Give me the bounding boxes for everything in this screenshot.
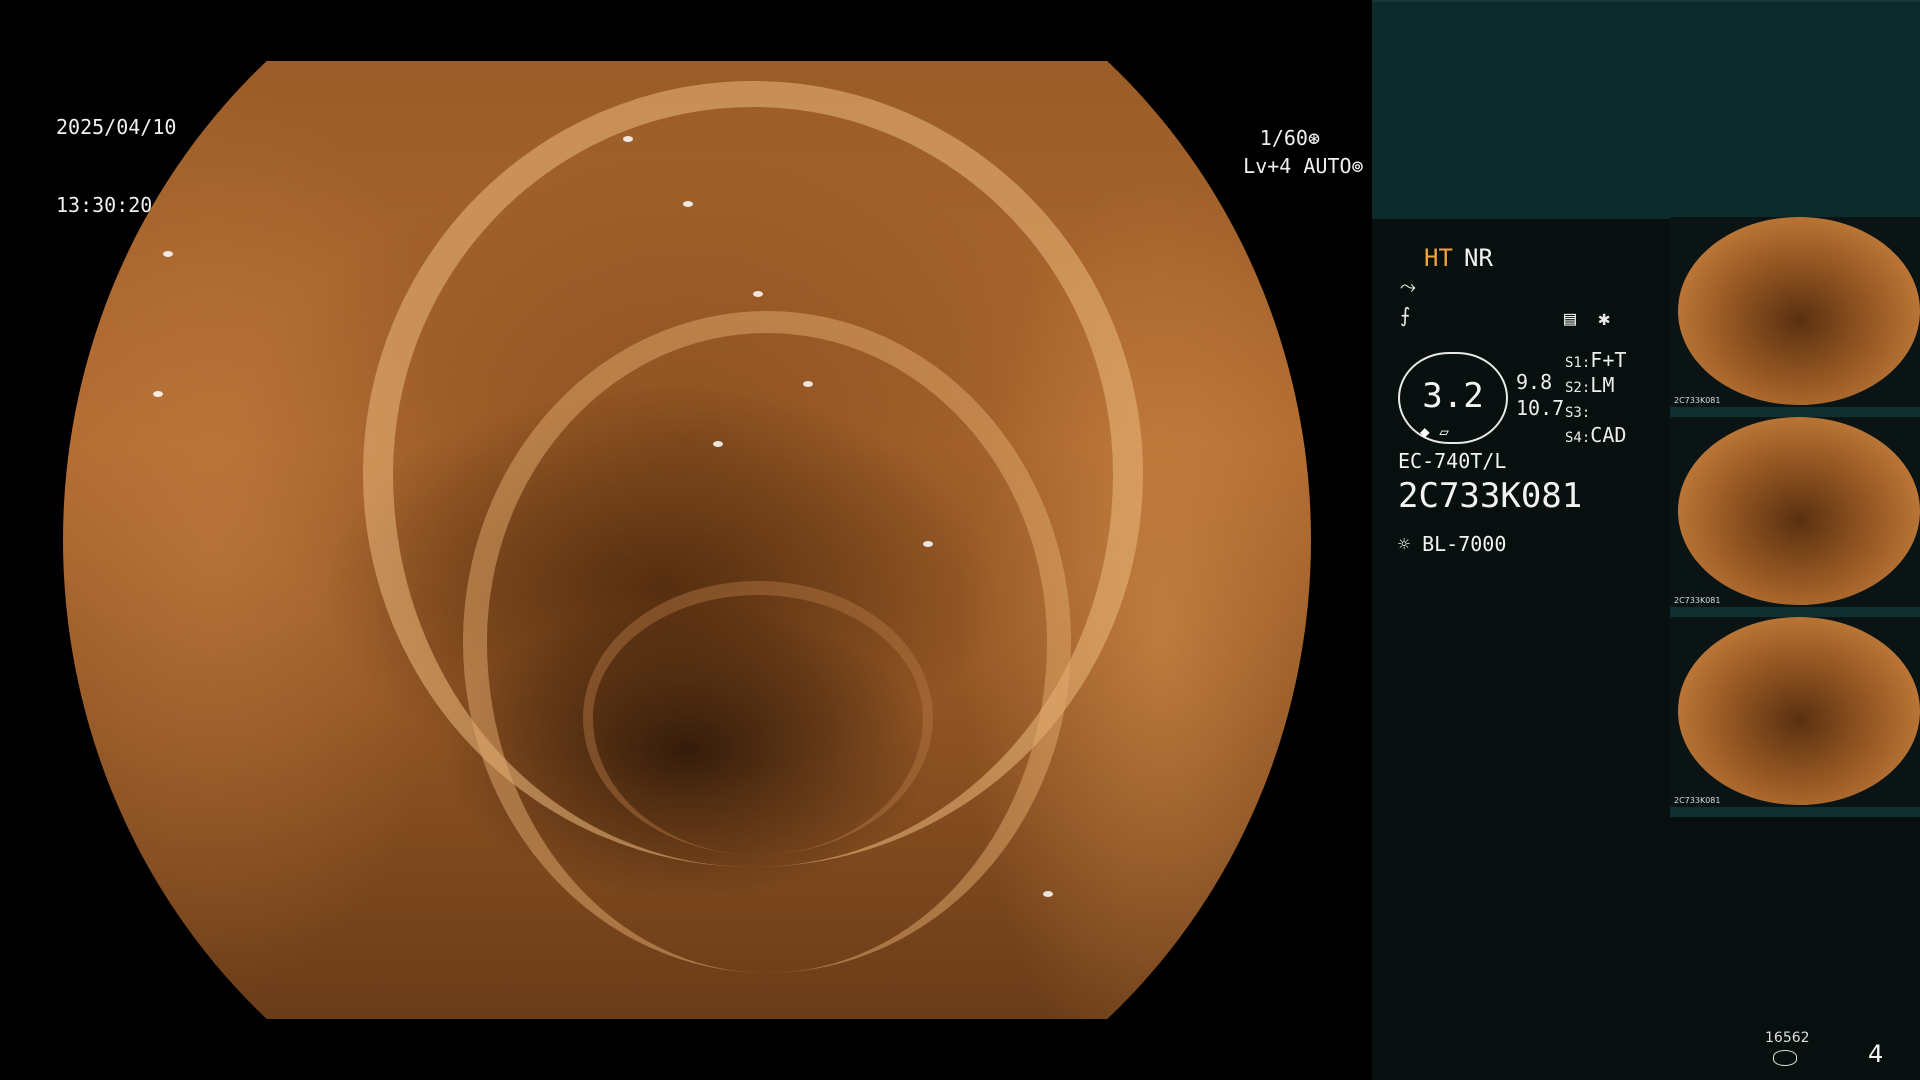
panel-header-area <box>1372 0 1920 219</box>
setting-s4: S4:CAD <box>1565 423 1626 447</box>
light-source-label: BL-7000 <box>1422 532 1507 556</box>
asterisk-icon: ✱ <box>1598 306 1611 330</box>
setting-value: LM <box>1590 373 1615 397</box>
thumbnail-bar <box>1670 407 1920 417</box>
level-text: Lv+4 AUTO <box>1243 154 1352 178</box>
capture-thumbnails: 2C733K081 2C733K081 2C733K081 <box>1670 217 1920 817</box>
setting-s3: S3: <box>1565 398 1590 422</box>
specular-highlight <box>623 136 633 142</box>
setting-s2: S2:LM <box>1565 373 1614 397</box>
light-source: ☼ BL-7000 <box>1398 532 1506 556</box>
specular-highlight <box>923 541 933 547</box>
thumbnail-caption: 2C733K081 <box>1674 596 1721 605</box>
zoom-value: 3.2 <box>1422 376 1484 416</box>
specular-highlight <box>683 201 693 207</box>
thumbnail-image <box>1678 617 1920 805</box>
thumbnail-image <box>1678 417 1920 605</box>
thumbnail-bar <box>1670 807 1920 817</box>
mucosal-fold <box>583 581 933 855</box>
setting-key: S4: <box>1565 430 1591 446</box>
specular-highlight <box>1043 891 1053 897</box>
info-side-panel: HT NR ⤳ ⨍ ▤ ✱ 3.2 ◆ ▱ 9.8 10.7 S1:F+T S2… <box>1372 0 1920 1080</box>
scope-serial: 2C733K081 <box>1398 476 1583 516</box>
specular-highlight <box>803 381 813 387</box>
menu-grid-icon: ▤ <box>1564 306 1577 330</box>
datetime-readout: 2025/04/10 13:30:20 <box>56 62 176 270</box>
thumbnail-3[interactable]: 2C733K081 <box>1670 617 1920 817</box>
date-text: 2025/04/10 <box>56 115 177 139</box>
zoom-marker-icon: ◆ ▱ <box>1420 422 1449 441</box>
specular-highlight <box>153 391 163 397</box>
tone-curve-icon: ⤳ <box>1400 274 1416 298</box>
image-count: 16562 <box>1765 1030 1810 1046</box>
scope-image-area <box>63 61 1311 1019</box>
setting-value: F+T <box>1590 348 1627 372</box>
time-text: 13:30:20 <box>56 193 153 217</box>
nr-mode-label: NR <box>1464 244 1493 272</box>
gauge-sub-value-1: 9.8 <box>1516 370 1553 394</box>
thumbnail-bar <box>1670 607 1920 617</box>
thumbnail-caption: 2C733K081 <box>1674 796 1721 805</box>
zoom-gauge: 3.2 ◆ ▱ <box>1398 352 1508 444</box>
exposure-level-readout: Lv+4 AUTO⊚ <box>1195 127 1363 205</box>
scope-model: EC-740T/L <box>1398 449 1507 473</box>
endoscope-live-view: 2025/04/10 13:30:20 1/60⊛ Lv+4 AUTO⊚ <box>0 0 1372 1080</box>
setting-s1: S1:F+T <box>1565 348 1626 372</box>
light-source-icon: ☼ <box>1398 532 1411 556</box>
specular-highlight <box>753 291 763 297</box>
thumbnail-2[interactable]: 2C733K081 <box>1670 417 1920 617</box>
setting-key: S2: <box>1565 380 1591 396</box>
page-number: 4 <box>1868 1040 1884 1068</box>
setting-key: S3: <box>1565 405 1591 421</box>
gauge-sub-value-2: 10.7 <box>1516 396 1565 420</box>
thumbnail-caption: 2C733K081 <box>1674 396 1721 405</box>
enhance-icon: ⨍ <box>1400 303 1411 327</box>
specular-highlight <box>713 441 723 447</box>
iris-icon: ⊚ <box>1351 154 1364 178</box>
colon-lumen-image <box>63 61 1311 1019</box>
setting-key: S1: <box>1565 355 1591 371</box>
thumbnail-image <box>1678 217 1920 405</box>
ht-mode-label: HT <box>1424 244 1453 272</box>
storage-icon <box>1773 1050 1797 1066</box>
setting-value: CAD <box>1590 423 1627 447</box>
thumbnail-1[interactable]: 2C733K081 <box>1670 217 1920 417</box>
